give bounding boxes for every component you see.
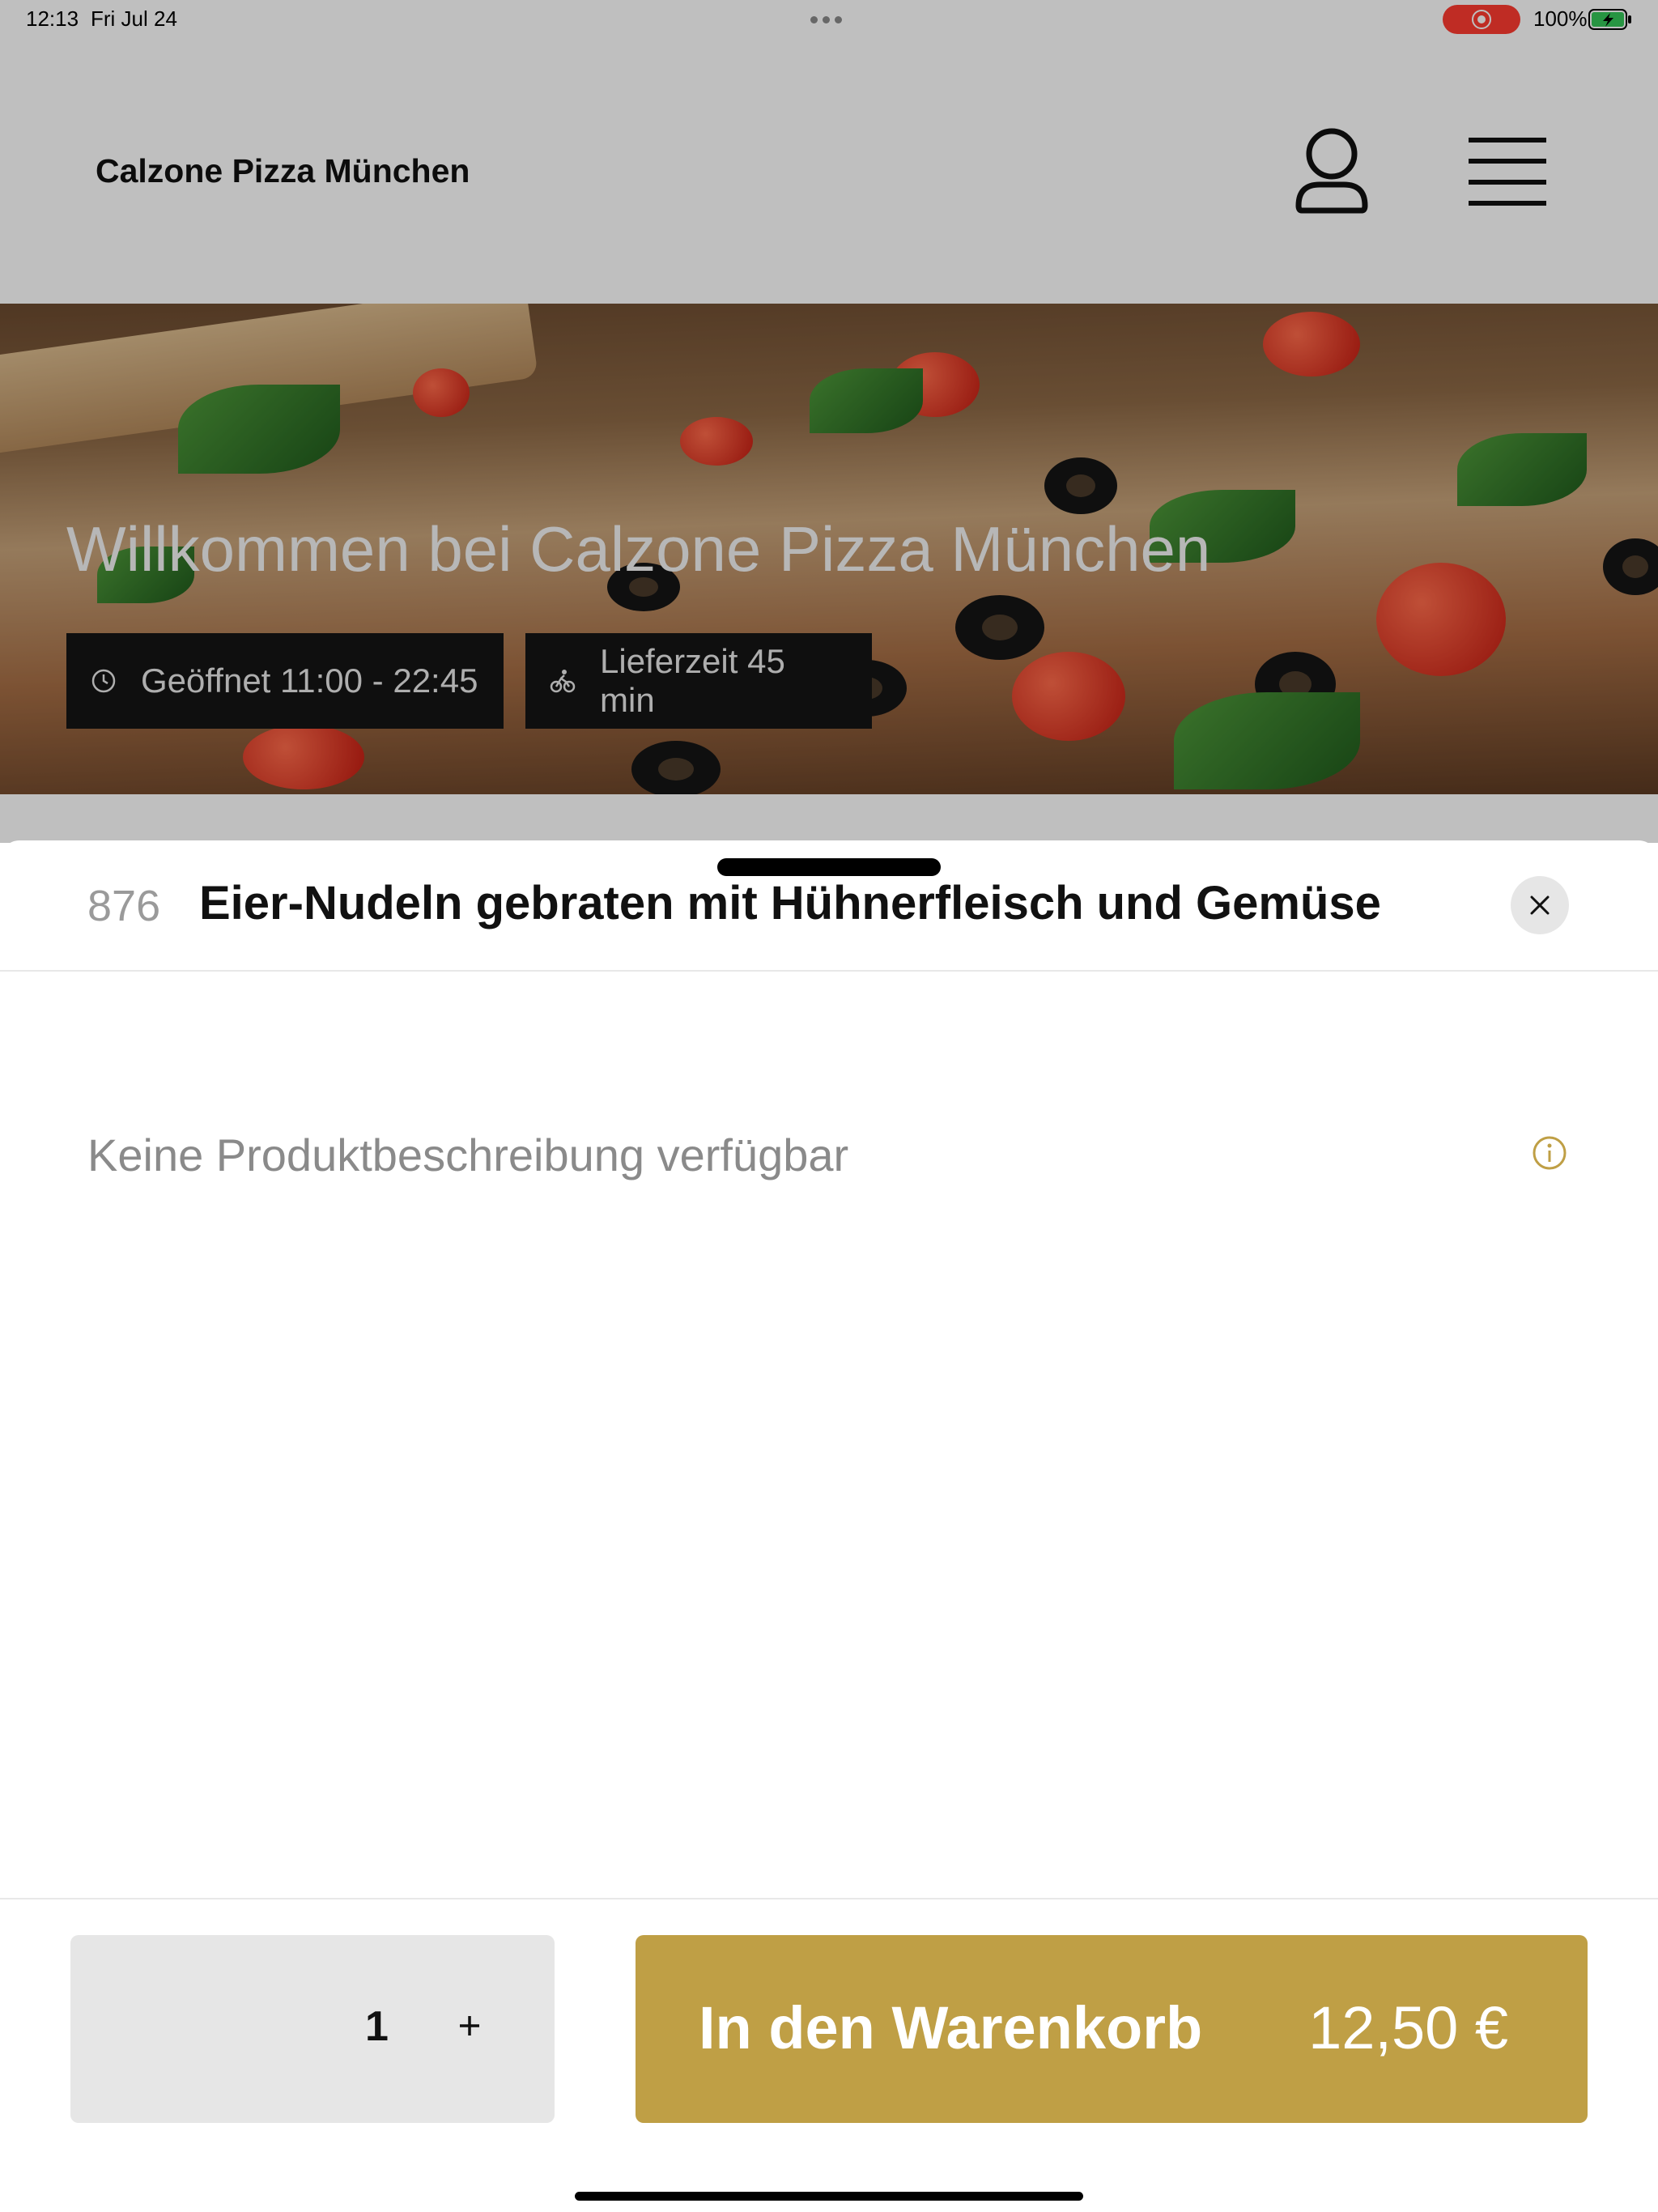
quantity-value[interactable]: 1: [365, 2002, 389, 2051]
add-to-cart-label: In den Warenkorb: [699, 1994, 1203, 2061]
close-button[interactable]: [1511, 876, 1569, 934]
sheet-divider: [0, 970, 1658, 972]
item-price: 12,50 €: [1308, 1994, 1508, 2061]
product-bottom-sheet: 876 Eier-Nudeln gebraten mit Hühnerfleis…: [0, 840, 1658, 2212]
sheet-grabber[interactable]: [717, 858, 941, 876]
home-indicator[interactable]: [575, 2192, 1083, 2201]
product-description: Keine Produktbeschreibung verfügbar: [87, 1129, 849, 1180]
footer-divider: [0, 1898, 1658, 1899]
quantity-plus-button[interactable]: [449, 2005, 491, 2047]
close-icon: [1530, 895, 1550, 915]
dim-overlay[interactable]: [0, 0, 1658, 843]
item-number: 876: [87, 882, 161, 930]
info-icon[interactable]: [1532, 1135, 1567, 1171]
add-to-cart-button[interactable]: In den Warenkorb 12,50 €: [636, 1935, 1588, 2123]
plus-icon: [460, 2016, 479, 2035]
item-title: Eier-Nudeln gebraten mit Hühnerfleisch u…: [199, 877, 1381, 929]
